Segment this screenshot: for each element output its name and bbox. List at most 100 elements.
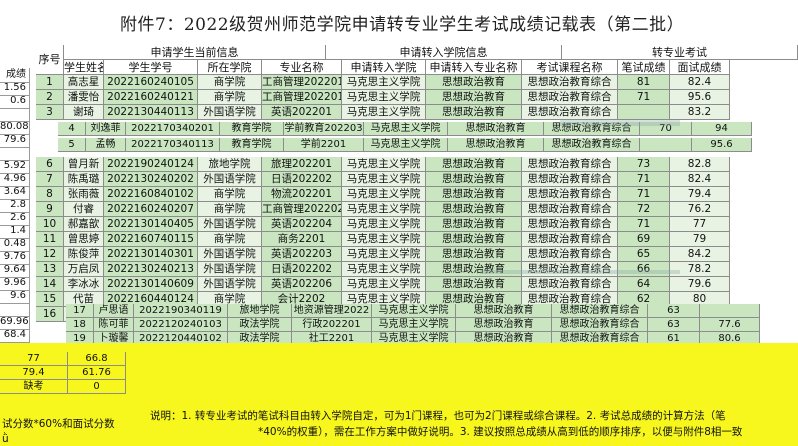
- cell-written: 81: [618, 75, 670, 90]
- cell-major: 日语202202: [262, 172, 342, 187]
- cell-college: 旅地学院: [198, 157, 262, 172]
- cell-interview: [700, 304, 760, 318]
- table-row: 10 郝嘉歆 2022130140405 外国语学院 英语202204 马克思主义学院 思想…: [36, 217, 730, 232]
- cell-college: 教育学院: [220, 122, 284, 136]
- cell-id: 2022120240103: [134, 318, 228, 332]
- cell-tmajor: 思想政治教育: [456, 304, 552, 318]
- cell-course: 思想政治教育综合: [522, 202, 618, 217]
- left-note-2: ǜ: [2, 433, 9, 445]
- cell-college: 外国语学院: [198, 217, 262, 232]
- cell-name: 高志星: [64, 75, 104, 90]
- yellow-value-a: 缺考: [0, 380, 68, 394]
- table-row: 3 谢琦 2022130440113 外国语学院 英语202201 马克思主义学院 思想政治…: [36, 105, 730, 120]
- cell-written: 71: [618, 172, 670, 187]
- table-row: 1 高志星 2022160240105 商学院 工商管理202201 马克思主义学院 思想政…: [36, 75, 730, 90]
- page-title: 附件7：2022级贺州师范学院申请转专业学生考试成绩记载表（第二批）: [120, 15, 685, 35]
- header-name: 学生姓名: [64, 60, 104, 75]
- cell-interview: 79.4: [670, 187, 730, 202]
- cell-course: 思想政治教育综合: [522, 105, 618, 120]
- cell-major: 日语202202: [262, 262, 342, 277]
- cell-tcollege: 马克思主义学院: [342, 247, 426, 262]
- yellow-value-a: 77: [0, 352, 68, 366]
- table-row: 8 张雨薇 2022160840102 商学院 物流202201 马克思主义学院 思想政治教…: [36, 187, 730, 202]
- cell-tcollege: 马克思主义学院: [372, 304, 456, 318]
- cell-written: [618, 105, 670, 120]
- cell-major: 工商管理202201: [262, 90, 342, 105]
- cell-no: 4: [58, 122, 86, 136]
- cell-tcollege: 马克思主义学院: [342, 277, 426, 292]
- cell-written: 64: [618, 277, 670, 292]
- cell-college: 旅地学院: [228, 304, 292, 318]
- cell-tmajor: 思想政治教育: [426, 232, 522, 247]
- left-note-1: 试分数*60%和面试分数: [2, 418, 115, 430]
- cell-no: 6: [36, 157, 64, 172]
- cell-college: 外国语学院: [198, 262, 262, 277]
- cell-name: 付睿: [64, 202, 104, 217]
- cell-college: 政法学院: [228, 318, 292, 332]
- cell-interview: 77: [670, 217, 730, 232]
- cell-interview: 94: [692, 122, 752, 136]
- header-target-college: 申请转入学院: [342, 60, 426, 75]
- cell-tcollege: 马克思主义学院: [342, 172, 426, 187]
- cell-course: 思想政治教育综合: [522, 172, 618, 187]
- cell-tmajor: 思想政治教育: [456, 318, 552, 332]
- cell-tcollege: 马克思主义学院: [342, 217, 426, 232]
- cell-tmajor: 思想政治教育: [426, 157, 522, 172]
- cell-major: 商务2201: [262, 232, 342, 247]
- cell-no: 1: [36, 75, 64, 90]
- cell-interview: 76.2: [670, 202, 730, 217]
- cell-id: 2022160240121: [104, 90, 198, 105]
- cell-tcollege: 马克思主义学院: [364, 122, 448, 136]
- header-interview: 面试成绩: [670, 60, 730, 75]
- header-exam-course: 考试课程名称: [522, 60, 618, 75]
- cell-tmajor: 思想政治教育: [426, 187, 522, 202]
- yellow-value-b: 61.76: [68, 366, 126, 380]
- cell-no: 16: [36, 307, 64, 322]
- cell-name: 陈禹璐: [64, 172, 104, 187]
- cell-course: 思想政治教育综合: [522, 217, 618, 232]
- cell-written: 72: [618, 202, 670, 217]
- cell-no: 9: [36, 202, 64, 217]
- cell-name: 李冰冰: [64, 277, 104, 292]
- cell-tcollege: 马克思主义学院: [342, 105, 426, 120]
- cell-major: 英语202203: [262, 247, 342, 262]
- cell-no: 3: [36, 105, 64, 120]
- cell-college: 商学院: [198, 202, 262, 217]
- cell-name: 卢思语: [94, 304, 134, 318]
- cell-id: 2022160840102: [104, 187, 198, 202]
- cell-name: 陈俊萍: [64, 247, 104, 262]
- cell-tcollege: 马克思主义学院: [342, 202, 426, 217]
- header-group-target: 申请转入学院信息: [326, 45, 562, 60]
- cell-major: 英语202206: [262, 277, 342, 292]
- cell-no: 7: [36, 172, 64, 187]
- cell-id: 2022190340119: [134, 304, 228, 318]
- cell-tcollege: 马克思主义学院: [342, 232, 426, 247]
- cell-college: 商学院: [198, 90, 262, 105]
- yellow-value-b: 0: [68, 380, 126, 394]
- cell-course: 思想政治教育综合: [522, 277, 618, 292]
- cell-no: 13: [36, 262, 64, 277]
- cell-college: 商学院: [198, 187, 262, 202]
- cell-tcollege: 马克思主义学院: [364, 138, 448, 152]
- cell-name: 曾思婷: [64, 232, 104, 247]
- cell-major: 地资源管理2022: [292, 304, 372, 318]
- cell-college: 商学院: [198, 232, 262, 247]
- cell-course: 思想政治教育综合: [522, 247, 618, 262]
- cell-interview: 79: [670, 232, 730, 247]
- cell-interview: 84.2: [670, 247, 730, 262]
- cell-no: 15: [36, 292, 64, 307]
- cell-tcollege: 马克思主义学院: [342, 157, 426, 172]
- header-group-exam: 转专业考试: [562, 45, 798, 60]
- cell-interview: 79.6: [670, 277, 730, 292]
- cell-id: 2022130240202: [104, 172, 198, 187]
- cell-college: 外国语学院: [198, 277, 262, 292]
- cell-written: 63: [648, 304, 700, 318]
- table-row: 18 陈可菲 2022120240103 政法学院 行政202201 马克思主义学院 思想政…: [66, 318, 760, 332]
- note-line-1: 说明：1. 转专业考试的笔试科目由转入学院自定，可为1门课程，也可为2门课程或综…: [150, 410, 726, 422]
- cell-interview: 82.8: [670, 157, 730, 172]
- cell-id: 2022130440113: [104, 105, 198, 120]
- cell-id: 2022160740115: [104, 232, 198, 247]
- cell-name: 潘雯怡: [64, 90, 104, 105]
- cell-major: 行政202201: [292, 318, 372, 332]
- cell-id: 2022160240105: [104, 75, 198, 90]
